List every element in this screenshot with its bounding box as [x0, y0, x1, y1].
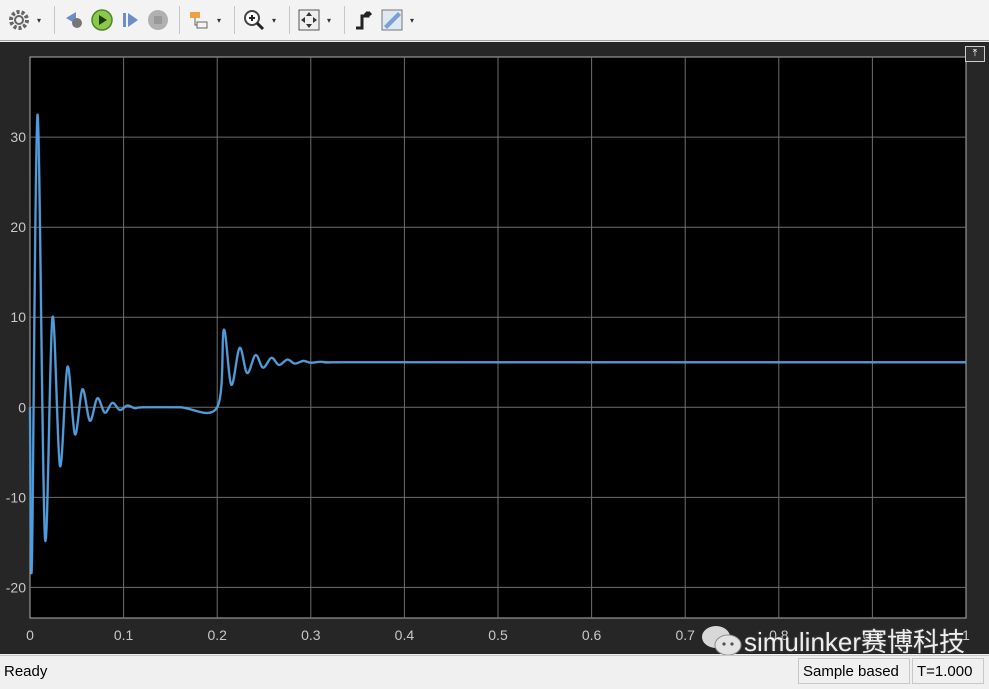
undock-button[interactable]: ⤒: [965, 46, 985, 62]
step-forward-button[interactable]: [117, 6, 143, 34]
toolbar: ▾ ▾ ▾ ▾ ▾: [0, 0, 989, 41]
toolbar-separator: [344, 6, 345, 34]
x-tick-label: 0.2: [207, 627, 227, 643]
triggers-button[interactable]: [351, 6, 377, 34]
run-button[interactable]: [89, 6, 115, 34]
gear-button[interactable]: [6, 6, 32, 34]
measurements-button[interactable]: [379, 6, 405, 34]
stop-button[interactable]: [145, 6, 171, 34]
step-forward-icon: [123, 13, 138, 27]
step-back-button[interactable]: [61, 6, 87, 34]
dropdown-arrow-icon[interactable]: ▾: [269, 6, 279, 34]
scope-plot: 0 0.1 0.2 0.3 0.4 0.5 0.6 0.7 0.8 0.9 1 -20 -10 0 10 20…: [6, 56, 970, 643]
toolbar-separator: [179, 6, 180, 34]
measurements-icon: [381, 9, 403, 31]
y-tick-label: 30: [10, 129, 26, 145]
scope-panel: 0 0.1 0.2 0.3 0.4 0.5 0.6 0.7 0.8 0.9 1 -20 -10 0 10 20…: [0, 42, 989, 654]
zoom-in-button[interactable]: [241, 6, 267, 34]
toolbar-separator: [289, 6, 290, 34]
zoom-in-icon: [244, 10, 265, 31]
gear-icon: [9, 10, 29, 30]
dropdown-arrow-icon[interactable]: ▾: [407, 6, 417, 34]
x-tick-label: 0.6: [582, 627, 602, 643]
sim-time: T=1.000: [912, 658, 984, 684]
highlight-block-icon: [190, 12, 208, 29]
x-tick-label: 0.9: [863, 627, 883, 643]
highlight-block-button[interactable]: [186, 6, 212, 34]
x-tick-label: 0.4: [395, 627, 415, 643]
dropdown-arrow-icon[interactable]: ▾: [214, 6, 224, 34]
status-ready: Ready: [4, 663, 48, 680]
x-tick-label: 0.3: [301, 627, 321, 643]
toolbar-separator: [234, 6, 235, 34]
dropdown-arrow-icon[interactable]: ▾: [34, 6, 44, 34]
x-tick-label: 1: [962, 627, 970, 643]
triggers-icon: [356, 10, 373, 30]
x-tick-label: 0.5: [488, 627, 508, 643]
status-bar: Ready Sample based T=1.000: [0, 655, 989, 689]
fit-to-view-button[interactable]: [296, 6, 322, 34]
x-tick-label: 0.7: [675, 627, 695, 643]
x-tick-label: 0.1: [114, 627, 134, 643]
step-back-icon: [66, 12, 82, 28]
x-tick-label: 0: [26, 627, 34, 643]
y-tick-label: 10: [10, 309, 26, 325]
y-tick-label: -20: [6, 579, 26, 595]
run-icon: [91, 9, 113, 31]
sample-mode: Sample based: [798, 658, 910, 684]
fit-to-view-icon: [298, 9, 320, 31]
dropdown-arrow-icon[interactable]: ▾: [324, 6, 334, 34]
stop-icon: [148, 10, 168, 30]
y-tick-label: -10: [6, 489, 26, 505]
toolbar-separator: [54, 6, 55, 34]
x-tick-label: 0.8: [769, 627, 789, 643]
y-tick-label: 20: [10, 219, 26, 235]
y-tick-label: 0: [18, 399, 26, 415]
